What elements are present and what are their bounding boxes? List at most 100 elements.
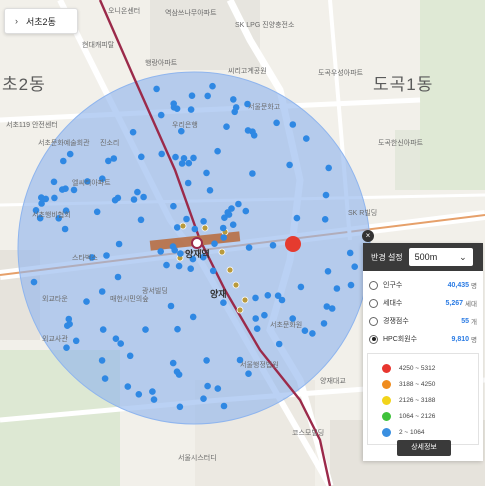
area-label-dogok1: 도곡1동	[373, 75, 434, 94]
member-dot	[115, 240, 123, 248]
member-dot	[303, 135, 310, 142]
member-dot	[183, 215, 190, 223]
member-dot	[206, 187, 214, 194]
member-dot	[103, 252, 110, 259]
option-value: 9,810	[451, 335, 470, 343]
member-dot	[322, 191, 330, 199]
map-view[interactable]: 초2동 도곡1동 양재역 양재 오니온센터 역삼쓰나무아파트 SK LPG 진양…	[0, 0, 485, 486]
member-dot	[214, 385, 222, 392]
close-icon[interactable]: ×	[362, 230, 374, 242]
poi-label: 엘씨티아파트	[72, 180, 111, 187]
poi-label: 매헌시민의숲	[110, 296, 149, 303]
member-dot	[321, 216, 329, 223]
member-dot	[252, 315, 259, 322]
member-dot	[50, 178, 58, 186]
member-dot	[114, 194, 122, 202]
poi-label: 양재대교	[320, 378, 346, 385]
member-dot	[214, 147, 221, 155]
member-dot	[60, 157, 67, 165]
member-dot	[189, 313, 197, 321]
member-dot	[124, 383, 132, 390]
member-dot	[188, 92, 196, 99]
option-unit: 명	[471, 283, 477, 290]
poi-label: 도곡우성아파트	[318, 70, 364, 77]
poi-label: 서초문화예술회관	[38, 140, 90, 147]
member-dot	[242, 207, 250, 215]
member-dot	[220, 402, 228, 410]
legend-range: 1064 ~ 2126	[399, 412, 436, 420]
poi-label: 스타벅스	[72, 255, 98, 262]
option-hpc-members[interactable]: HPC회원수 9,810 명	[363, 331, 483, 347]
legend-row: 4250 ~ 5312	[368, 360, 478, 376]
option-name: HPC회원수	[383, 336, 418, 343]
poi-label: 도곡한신아파트	[378, 140, 424, 147]
member-dot	[65, 315, 73, 323]
option-population[interactable]: 인구수 40,435 명	[363, 277, 483, 293]
poi-label: 역삼쓰나무아파트	[165, 10, 217, 17]
member-dot	[169, 359, 177, 367]
member-dot	[244, 127, 252, 134]
option-name: 인구수	[383, 282, 403, 289]
option-households[interactable]: 세대수 5,267 세대	[363, 295, 483, 311]
poi-label: SK R빌딩	[348, 210, 378, 217]
station-label: 양재역	[185, 249, 210, 259]
member-dot	[220, 234, 227, 241]
member-dot	[51, 194, 58, 202]
breadcrumb[interactable]: › 서초2동	[4, 8, 78, 34]
radio-button[interactable]	[369, 280, 378, 290]
member-dot	[126, 352, 134, 360]
member-dot	[98, 288, 106, 295]
poi-label: 코스모빌딩	[292, 430, 325, 437]
detail-info-button[interactable]: 상세정보	[397, 440, 451, 456]
member-dot	[167, 302, 175, 310]
member-dot	[163, 261, 170, 269]
option-value: 40,435	[447, 281, 470, 289]
legend-dot	[382, 379, 391, 389]
member-dot	[177, 250, 184, 257]
member-dot	[157, 248, 164, 255]
member-dot	[209, 267, 217, 275]
radius-select[interactable]: 500m ⌄	[408, 248, 473, 266]
member-dot	[200, 395, 207, 403]
legend-dot	[382, 427, 391, 437]
poi-label: 외교타운	[42, 296, 68, 303]
member-dot	[228, 205, 235, 212]
member-dot	[187, 106, 195, 113]
radio-button-checked[interactable]	[369, 334, 378, 344]
radius-panel: 반경 설정 500m ⌄ 인구수 40,435 명 세대수 5,267 세대 경…	[363, 243, 483, 461]
radio-button[interactable]	[369, 316, 378, 326]
member-dot	[209, 82, 216, 90]
option-competitors[interactable]: 경쟁점수 55 개	[363, 313, 483, 329]
member-dot	[61, 225, 69, 233]
member-dot	[38, 194, 45, 201]
member-dot	[135, 391, 143, 398]
poi-label: 행랑아파트	[145, 60, 178, 67]
member-dot	[231, 108, 238, 116]
member-dot	[173, 224, 181, 231]
member-dot	[149, 388, 156, 395]
member-dot	[172, 153, 179, 161]
member-dot	[142, 326, 149, 333]
option-name: 세대수	[383, 300, 403, 307]
member-dot	[38, 200, 45, 207]
member-dot	[30, 278, 38, 286]
member-dot	[114, 273, 122, 281]
member-dot	[129, 128, 137, 136]
member-dot	[219, 224, 227, 232]
member-dot	[105, 157, 112, 165]
option-name: 경쟁점수	[383, 318, 409, 325]
poi-label: 서초행비협회	[32, 212, 71, 219]
member-dot	[98, 357, 106, 364]
radius-label: 반경 설정	[371, 252, 403, 262]
option-unit: 명	[471, 337, 477, 344]
member-dot	[286, 161, 293, 169]
member-dot	[157, 111, 165, 119]
radio-button[interactable]	[369, 298, 378, 308]
member-dot	[274, 292, 282, 300]
member-dot	[324, 268, 332, 275]
member-dot	[245, 244, 253, 251]
member-dot	[117, 340, 124, 347]
member-dot	[293, 214, 301, 222]
member-dot	[72, 337, 80, 345]
member-dot	[252, 294, 259, 302]
